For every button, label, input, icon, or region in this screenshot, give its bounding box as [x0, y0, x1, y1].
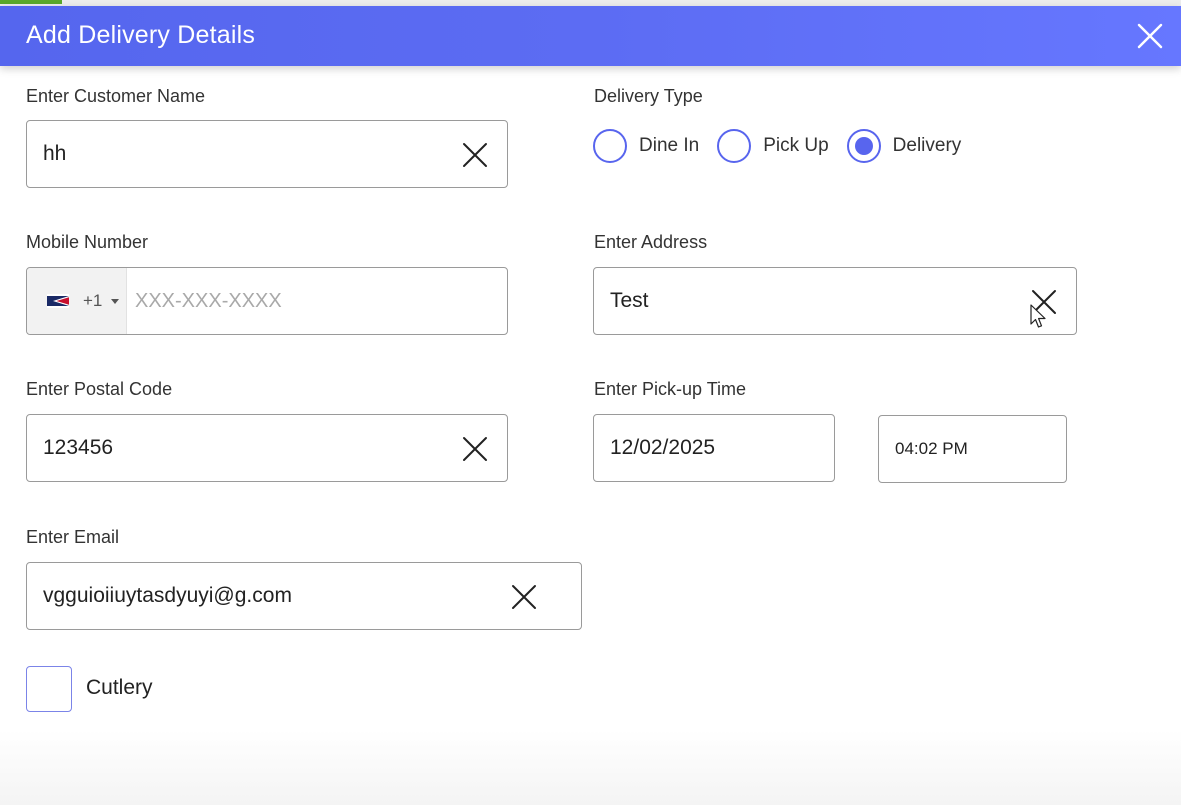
- delivery-type-label: Delivery Type: [594, 86, 703, 106]
- clear-icon[interactable]: [461, 435, 489, 463]
- pickup-time-field[interactable]: 04:02 PM: [878, 415, 1067, 483]
- country-code-selector[interactable]: +1: [27, 268, 127, 334]
- clear-icon[interactable]: [510, 583, 538, 611]
- customer-name-label: Enter Customer Name: [26, 86, 206, 106]
- postal-code-field[interactable]: 123456: [26, 414, 508, 482]
- clear-icon[interactable]: [461, 141, 489, 169]
- radio-label: Dine In: [639, 135, 700, 156]
- dialog-header: Add Delivery Details: [0, 6, 1181, 66]
- pickup-date-field[interactable]: 12/02/2025: [593, 414, 835, 482]
- radio-circle[interactable]: [717, 129, 752, 163]
- email-field[interactable]: vgguioiiuytasdyuyi@g.com: [26, 562, 582, 630]
- caret-down-icon: [111, 299, 119, 304]
- customer-name-field[interactable]: hh: [26, 120, 508, 188]
- close-icon[interactable]: [1134, 20, 1166, 52]
- address-value: Test: [610, 289, 649, 312]
- radio-circle[interactable]: [593, 129, 627, 163]
- dial-code: +1: [83, 291, 103, 310]
- pickup-time-value: 04:02 PM: [895, 439, 968, 458]
- cutlery-checkbox[interactable]: [26, 666, 72, 712]
- postal-code-value: 123456: [43, 436, 114, 459]
- pickup-date-value: 12/02/2025: [610, 436, 716, 459]
- radio-dine-in[interactable]: Dine In: [593, 129, 699, 163]
- radio-pick-up[interactable]: Pick Up: [717, 129, 829, 163]
- radio-delivery[interactable]: Delivery: [846, 129, 962, 163]
- address-field[interactable]: Test: [593, 267, 1077, 335]
- email-value: vgguioiiuytasdyuyi@g.com: [43, 584, 292, 607]
- delivery-type-radio-group: Dine In Pick Up Delivery: [593, 129, 979, 163]
- bottom-fade: [0, 730, 1181, 805]
- customer-name-value: hh: [43, 142, 67, 165]
- postal-code-label: Enter Postal Code: [26, 379, 173, 399]
- top-strip-accent: [0, 0, 62, 4]
- radio-label: Pick Up: [763, 135, 829, 156]
- cutlery-label: Cutlery: [86, 676, 153, 699]
- radio-label: Delivery: [892, 135, 962, 156]
- mobile-number-field: +1: [26, 267, 508, 335]
- flag-icon: [47, 294, 69, 308]
- radio-circle-selected[interactable]: [846, 129, 881, 163]
- dialog-title: Add Delivery Details: [26, 21, 256, 49]
- pickup-time-label: Enter Pick-up Time: [594, 379, 747, 399]
- clear-icon[interactable]: [1030, 288, 1058, 316]
- mobile-number-input[interactable]: [135, 268, 505, 334]
- mobile-number-label: Mobile Number: [26, 232, 149, 252]
- address-label: Enter Address: [594, 232, 708, 252]
- email-label: Enter Email: [26, 527, 120, 547]
